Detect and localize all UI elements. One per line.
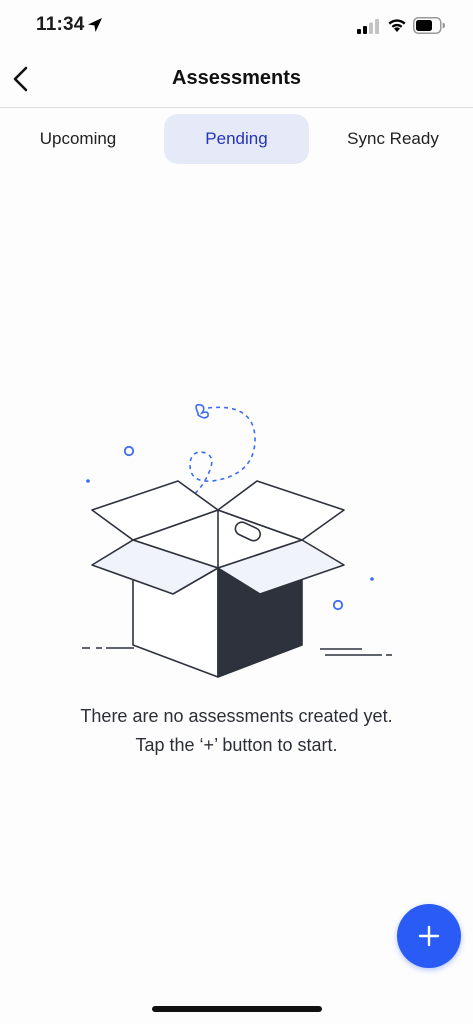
add-assessment-button[interactable] bbox=[397, 904, 461, 968]
status-time: 11:34 bbox=[36, 14, 85, 35]
empty-state-line-2: Tap the ‘+’ button to start. bbox=[135, 735, 338, 755]
empty-state-message: There are no assessments created yet. Ta… bbox=[0, 702, 473, 760]
tab-pending[interactable]: Pending bbox=[164, 114, 309, 164]
nav-header: Assessments bbox=[0, 52, 473, 108]
cellular-signal-icon bbox=[357, 19, 379, 34]
page-title: Assessments bbox=[172, 67, 301, 89]
status-bar: 11:34 bbox=[0, 0, 473, 52]
tab-sync-ready[interactable]: Sync Ready bbox=[320, 114, 466, 164]
home-indicator bbox=[152, 1006, 322, 1012]
wifi-icon bbox=[388, 19, 406, 32]
battery-icon bbox=[413, 17, 445, 34]
tab-bar: Upcoming Pending Sync Ready bbox=[0, 114, 473, 164]
empty-state-line-1: There are no assessments created yet. bbox=[80, 706, 393, 726]
assessments-screen: 11:34 Assessments Upcoming Pending Sync … bbox=[0, 0, 473, 1024]
open-box-icon bbox=[82, 403, 392, 678]
plus-icon bbox=[418, 925, 440, 947]
location-arrow-icon bbox=[88, 18, 102, 32]
tab-upcoming[interactable]: Upcoming bbox=[4, 114, 152, 164]
